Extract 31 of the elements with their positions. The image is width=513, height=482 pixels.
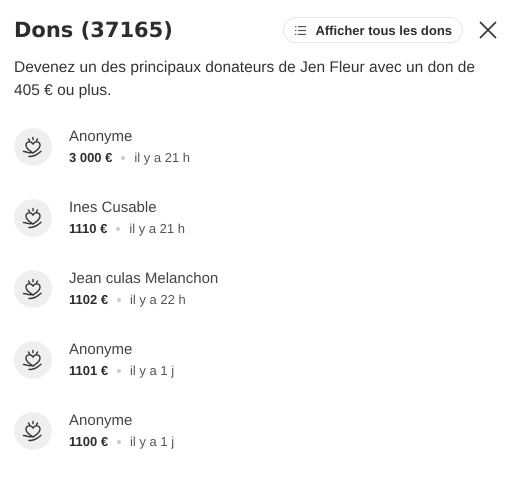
- heart-hand-icon: [22, 278, 44, 300]
- donor-name: Anonyme: [69, 411, 134, 431]
- donation-time: il y a 22 h: [130, 291, 186, 309]
- donation-amount: 1102 €: [69, 291, 108, 309]
- donation-amount: 1110 €: [69, 220, 108, 238]
- separator-dot: [116, 227, 120, 231]
- separator-dot: [117, 440, 122, 444]
- heart-hand-icon: [22, 207, 44, 229]
- separator-dot: [117, 369, 122, 373]
- close-button[interactable]: [479, 21, 497, 39]
- description-text: Devenez un des principaux donateurs de Jen Fleur avec un don de 405 € ou plus.: [14, 58, 476, 101]
- heart-hand-icon: [22, 349, 44, 371]
- separator-dot: [117, 298, 122, 302]
- list-icon: [295, 26, 306, 34]
- donation-time: il y a 1 j: [130, 433, 174, 451]
- donor-name: Ines Cusable: [69, 198, 158, 218]
- donation-time: il y a 21 h: [129, 220, 185, 238]
- donation-amount: 3 000 €: [69, 149, 112, 167]
- donation-time: il y a 1 j: [130, 362, 174, 380]
- donor-name: Anonyme: [69, 340, 134, 360]
- separator-dot: [121, 156, 126, 160]
- dialog-title: Dons (37165): [14, 18, 174, 42]
- show-all-button[interactable]: Afficher tous les dons: [283, 17, 463, 43]
- close-icon: [479, 21, 497, 39]
- donation-amount: 1101 €: [69, 362, 108, 380]
- donation-amount: 1100 €: [69, 433, 108, 451]
- heart-hand-icon: [22, 136, 44, 158]
- heart-hand-icon: [22, 420, 44, 442]
- donor-name: Jean culas Melanchon: [69, 269, 218, 289]
- donor-name: Anonyme: [69, 127, 134, 147]
- donation-time: il y a 21 h: [134, 149, 190, 167]
